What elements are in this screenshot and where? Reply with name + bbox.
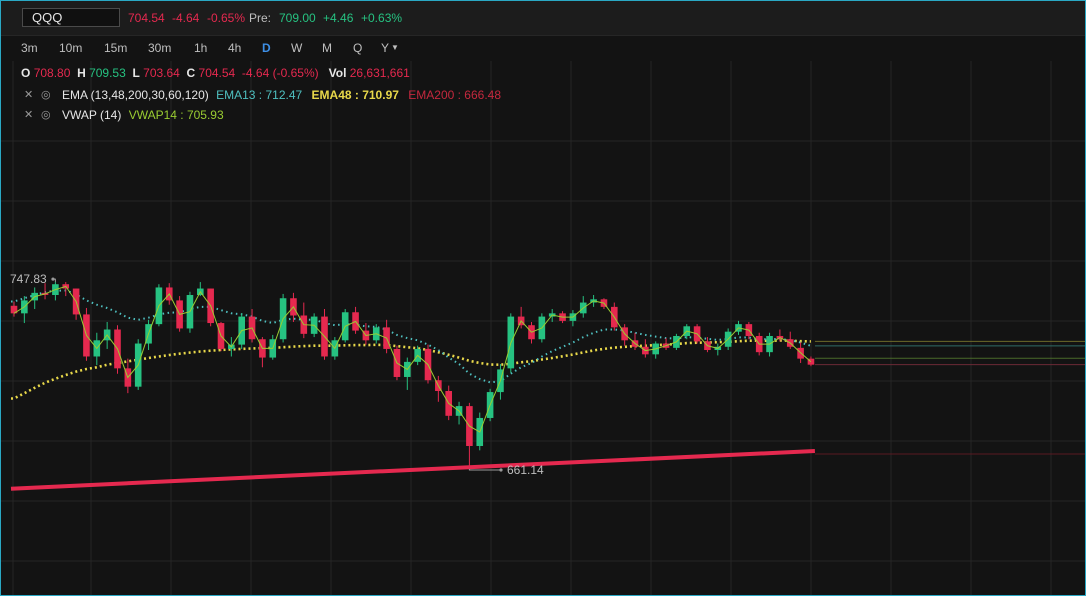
price-change-pct: -0.65% [207, 11, 246, 25]
ema13-value: EMA13 : 712.47 [216, 88, 303, 102]
timeframe-1h[interactable]: 1h [194, 41, 207, 55]
ema200-value: EMA200 : 666.48 [408, 88, 501, 102]
low-label: 661.14 [507, 463, 544, 477]
eye-icon[interactable]: ◎ [41, 88, 51, 101]
open-value: 708.80 [33, 66, 71, 80]
close-value: 704.54 [198, 66, 236, 80]
low-leader-line [468, 469, 501, 471]
timeframe-bar: 3m 10m 15m 30m 1h 4h D W M Q Y ▼ [1, 36, 1085, 60]
last-price: 704.54 [128, 11, 165, 25]
chart-window: 747.83 661.14 704.54 -4.64 -0.65% Pre: 7… [0, 0, 1086, 596]
timeframe-w[interactable]: W [291, 41, 302, 55]
high-dot [51, 277, 55, 281]
ema-legend: EMA (13,48,200,30,60,120) EMA13 : 712.47… [62, 88, 501, 102]
ema48-value: EMA48 : 710.97 [311, 88, 399, 102]
timeframe-m[interactable]: M [322, 41, 332, 55]
close-icon[interactable]: ✕ [24, 108, 33, 121]
volume-value: 26,631,661 [349, 66, 410, 80]
premarket-change-pct: +0.63% [361, 11, 403, 25]
timeframe-d[interactable]: D [262, 41, 271, 55]
timeframe-y[interactable]: Y ▼ [381, 41, 399, 55]
ema200-line [10, 449, 815, 491]
premarket-label: Pre: [249, 11, 272, 25]
symbol-input[interactable] [22, 8, 120, 27]
timeframe-q[interactable]: Q [353, 41, 362, 55]
high-label: 747.83 [10, 272, 47, 286]
vwap-name: VWAP (14) [62, 108, 122, 122]
low-value: 703.64 [143, 66, 180, 80]
close-icon[interactable]: ✕ [24, 88, 33, 101]
price-change: -4.64 [172, 11, 200, 25]
high-marker: 747.83 [10, 272, 56, 286]
last-price-lines [814, 340, 1085, 455]
vwap-legend: VWAP (14) VWAP14 : 705.93 [62, 108, 224, 122]
high-label-text: H [77, 66, 86, 80]
timeframe-y-label: Y [381, 41, 390, 55]
day-change: -4.64 (-0.65%) [241, 66, 319, 80]
premarket-price: 709.00 [279, 11, 316, 25]
timeframe-30m[interactable]: 30m [148, 41, 171, 55]
quote-bar: 704.54 -4.64 -0.65% Pre: 709.00 +4.46 +0… [1, 1, 1085, 36]
timeframe-3m[interactable]: 3m [21, 41, 38, 55]
timeframe-4h[interactable]: 4h [228, 41, 241, 55]
low-label-text: L [132, 66, 140, 80]
ema-name: EMA (13,48,200,30,60,120) [62, 88, 209, 102]
ohlcv-legend: O 708.80 H 709.53 L 703.64 C 704.54 -4.6… [21, 66, 410, 80]
close-label: C [186, 66, 196, 80]
low-dot [499, 468, 503, 472]
vwap14-line [13, 285, 812, 433]
timeframe-15m[interactable]: 15m [104, 41, 127, 55]
high-value: 709.53 [89, 66, 126, 80]
premarket-change: +4.46 [323, 11, 354, 25]
vwap14-value: VWAP14 : 705.93 [128, 108, 224, 122]
timeframe-10m[interactable]: 10m [59, 41, 82, 55]
eye-icon[interactable]: ◎ [41, 108, 51, 121]
open-label: O [21, 66, 31, 80]
volume-label: Vol [328, 66, 347, 80]
chevron-down-icon: ▼ [391, 43, 399, 52]
